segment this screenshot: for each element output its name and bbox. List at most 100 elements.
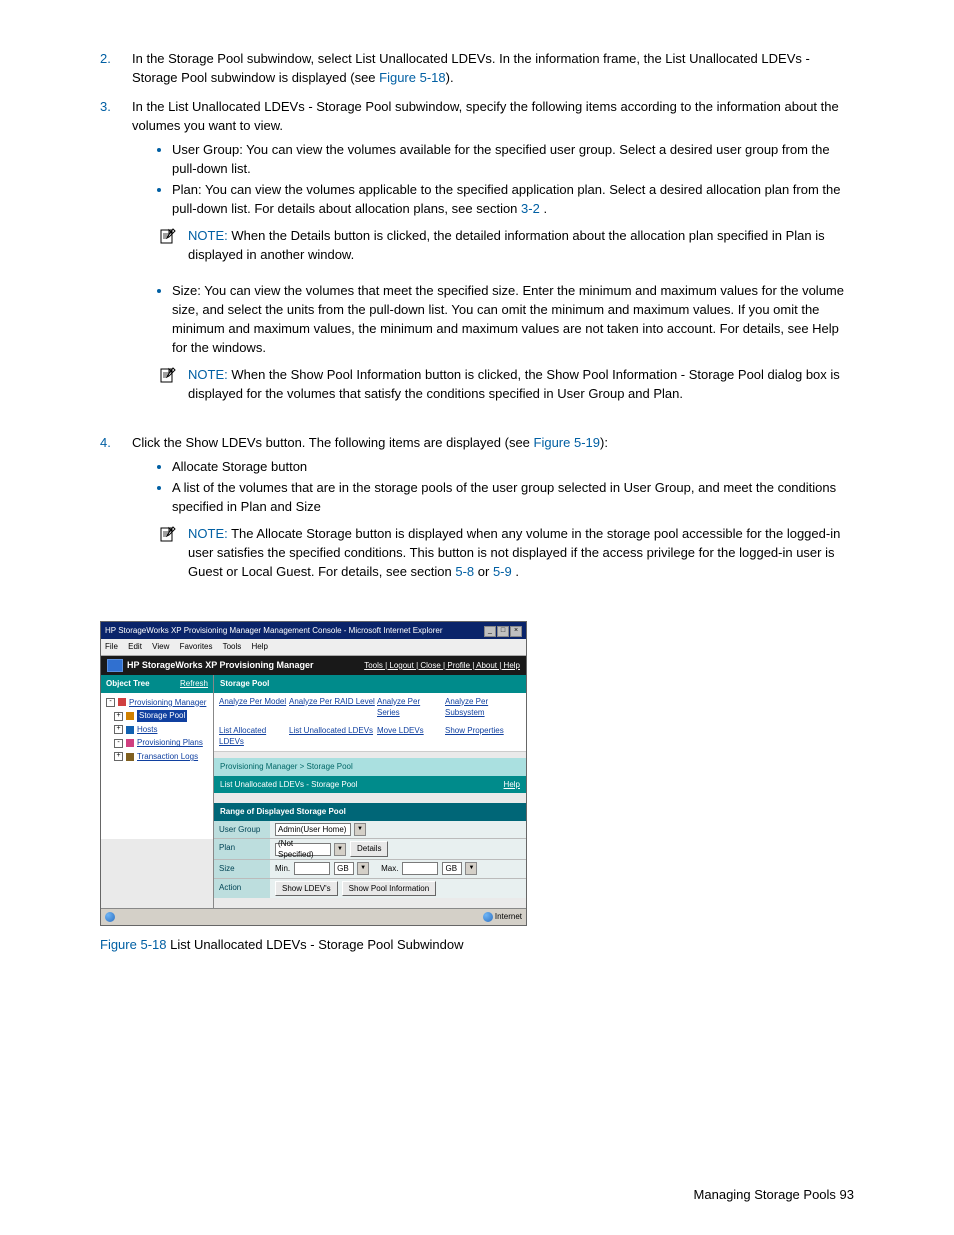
- globe-icon: [105, 912, 115, 922]
- collapse-icon[interactable]: -: [114, 739, 123, 748]
- min-label: Min.: [275, 863, 290, 875]
- tree-body: - Provisioning Manager + Storage Pool + Hos…: [101, 693, 213, 839]
- tree-transaction-logs[interactable]: Transaction Logs: [137, 751, 198, 763]
- tree-hosts[interactable]: Hosts: [137, 724, 157, 736]
- page-number: 93: [840, 1187, 854, 1202]
- note-text: NOTE: When the Show Pool Information but…: [188, 366, 854, 404]
- link-analyze-model[interactable]: Analyze Per Model: [219, 696, 289, 719]
- max-label: Max.: [381, 863, 398, 875]
- max-unit-select[interactable]: GB: [442, 862, 462, 875]
- screenshot-figure: HP StorageWorks XP Provisioning Manager …: [100, 621, 527, 925]
- window-titlebar: HP StorageWorks XP Provisioning Manager …: [101, 622, 526, 639]
- minimize-icon[interactable]: _: [484, 626, 496, 637]
- globe-icon: [483, 912, 493, 922]
- link-list-unallocated[interactable]: List Unallocated LDEVs: [289, 725, 377, 748]
- step-content: In the List Unallocated LDEVs - Storage …: [132, 98, 854, 414]
- maximize-icon[interactable]: □: [497, 626, 509, 637]
- analyze-links-row: Analyze Per Model Analyze Per RAID Level…: [214, 693, 526, 722]
- step-2: 2. In the Storage Pool subwindow, select…: [100, 50, 854, 88]
- expand-icon[interactable]: +: [114, 752, 123, 761]
- menu-favorites[interactable]: Favorites: [180, 642, 213, 651]
- bullet-item: Allocate Storage button: [172, 458, 854, 477]
- bullet-list: Size: You can view the volumes that meet…: [132, 282, 854, 357]
- note-text: NOTE: The Allocate Storage button is dis…: [188, 525, 854, 582]
- plan-select[interactable]: (Not Specified): [275, 843, 331, 856]
- link-list-allocated[interactable]: List Allocated LDEVs: [219, 725, 289, 748]
- bullet-list: Allocate Storage button A list of the vo…: [132, 458, 854, 517]
- app-title: HP StorageWorks XP Provisioning Manager: [127, 659, 314, 672]
- link-analyze-subsystem[interactable]: Analyze Per Subsystem: [445, 696, 521, 719]
- user-group-label: User Group: [214, 821, 270, 839]
- plan-row: Plan (Not Specified)▼ Details: [214, 839, 526, 860]
- range-header: Range of Displayed Storage Pool: [214, 803, 526, 821]
- link-move-ldevs[interactable]: Move LDEVs: [377, 725, 445, 748]
- min-input[interactable]: [294, 862, 330, 875]
- link-show-properties[interactable]: Show Properties: [445, 725, 521, 748]
- tree-storage-pool[interactable]: Storage Pool: [137, 710, 187, 722]
- breadcrumb: Provisioning Manager > Storage Pool: [214, 758, 526, 776]
- tree-provisioning-manager[interactable]: Provisioning Manager: [129, 697, 206, 709]
- min-unit-select[interactable]: GB: [334, 862, 354, 875]
- details-button[interactable]: Details: [350, 841, 388, 857]
- figure-link[interactable]: Figure 5-19: [534, 435, 600, 450]
- bullet-item: Size: You can view the volumes that meet…: [172, 282, 854, 357]
- plans-icon: [126, 739, 134, 747]
- link-analyze-raid[interactable]: Analyze Per RAID Level: [289, 696, 377, 719]
- close-icon[interactable]: ×: [510, 626, 522, 637]
- user-group-select[interactable]: Admin(User Home): [275, 823, 351, 836]
- dropdown-icon[interactable]: ▼: [465, 862, 477, 875]
- menu-help[interactable]: Help: [252, 642, 268, 651]
- max-input[interactable]: [402, 862, 438, 875]
- step-number: 3.: [100, 98, 132, 414]
- section-link[interactable]: 5-8: [455, 564, 474, 579]
- pm-icon: [118, 698, 126, 706]
- link-analyze-series[interactable]: Analyze Per Series: [377, 696, 445, 719]
- note-label: NOTE:: [188, 367, 231, 382]
- app-links[interactable]: Tools | Logout | Close | Profile | About…: [364, 660, 520, 672]
- list-links-row: List Allocated LDEVs List Unallocated LD…: [214, 722, 526, 752]
- section-link[interactable]: 5-9: [493, 564, 512, 579]
- storage-pool-icon: [126, 712, 134, 720]
- step-3: 3. In the List Unallocated LDEVs - Stora…: [100, 98, 854, 414]
- menu-tools[interactable]: Tools: [223, 642, 242, 651]
- menu-edit[interactable]: Edit: [128, 642, 142, 651]
- expand-icon[interactable]: +: [114, 725, 123, 734]
- action-label: Action: [214, 879, 270, 899]
- step-content: In the Storage Pool subwindow, select Li…: [132, 50, 854, 88]
- note-label: NOTE:: [188, 228, 231, 243]
- bullet-item: Plan: You can view the volumes applicabl…: [172, 181, 854, 219]
- menu-file[interactable]: File: [105, 642, 118, 651]
- refresh-link[interactable]: Refresh: [180, 678, 208, 690]
- note-block: NOTE: When the Details button is clicked…: [160, 227, 854, 265]
- note-icon: [160, 525, 188, 582]
- figure-link[interactable]: Figure 5-18: [379, 70, 445, 85]
- browser-statusbar: Internet: [101, 908, 526, 925]
- menu-view[interactable]: View: [152, 642, 169, 651]
- action-row: Action Show LDEV's Show Pool Information: [214, 879, 526, 899]
- expand-icon[interactable]: +: [114, 712, 123, 721]
- size-row: Size Min. GB▼ Max. GB▼: [214, 860, 526, 879]
- note-label: NOTE:: [188, 526, 231, 541]
- main-panel: Storage Pool Analyze Per Model Analyze P…: [214, 675, 526, 908]
- help-link[interactable]: Help: [504, 779, 520, 791]
- collapse-icon[interactable]: -: [106, 698, 115, 707]
- page-footer: Managing Storage Pools 93: [694, 1186, 854, 1205]
- hp-logo-icon: [107, 659, 123, 672]
- show-pool-info-button[interactable]: Show Pool Information: [342, 881, 437, 897]
- show-ldevs-button[interactable]: Show LDEV's: [275, 881, 338, 897]
- tree-provisioning-plans[interactable]: Provisioning Plans: [137, 737, 203, 749]
- dropdown-icon[interactable]: ▼: [334, 843, 346, 856]
- note-icon: [160, 227, 188, 265]
- browser-menubar: File Edit View Favorites Tools Help: [101, 639, 526, 656]
- hosts-icon: [126, 726, 134, 734]
- footer-label: Managing Storage Pools: [694, 1187, 840, 1202]
- bullet-item: A list of the volumes that are in the st…: [172, 479, 854, 517]
- window-buttons: _□×: [483, 624, 522, 637]
- dropdown-icon[interactable]: ▼: [354, 823, 366, 836]
- dropdown-icon[interactable]: ▼: [357, 862, 369, 875]
- object-tree-panel: Object Tree Refresh - Provisioning Manage…: [101, 675, 214, 908]
- note-text: NOTE: When the Details button is clicked…: [188, 227, 854, 265]
- zone-label: Internet: [495, 912, 522, 921]
- section-link[interactable]: 3-2: [521, 201, 540, 216]
- tree-header: Object Tree Refresh: [101, 675, 213, 693]
